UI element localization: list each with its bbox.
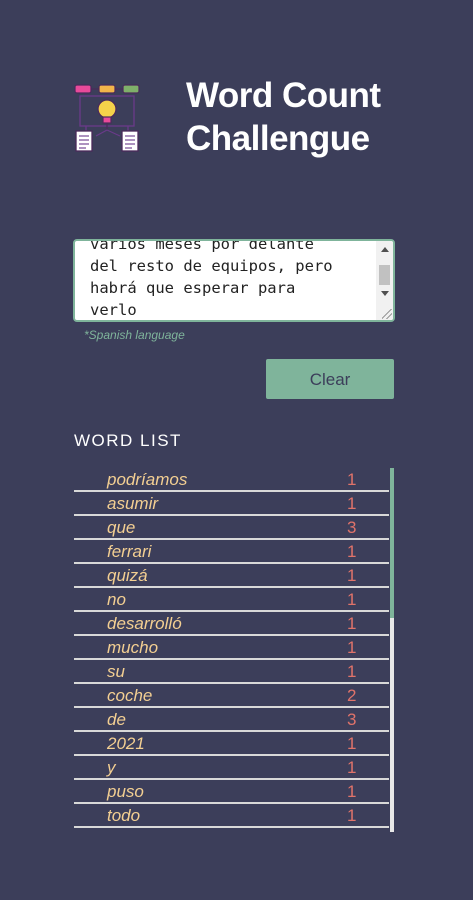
list-item: desarrolló 1 <box>74 612 389 636</box>
word-list-scroll-thumb[interactable] <box>390 468 394 618</box>
list-item: que 3 <box>74 516 389 540</box>
list-item: su 1 <box>74 660 389 684</box>
word-count: 1 <box>347 758 357 777</box>
word-count: 1 <box>347 806 357 825</box>
word-text: y <box>107 758 116 777</box>
page: Word Count Challengue varios meses por d… <box>0 0 473 900</box>
word-count: 1 <box>347 566 357 585</box>
list-item: todo 1 <box>74 804 389 828</box>
word-text: de <box>107 710 126 729</box>
word-text: puso <box>107 782 144 801</box>
word-count: 1 <box>347 470 357 489</box>
word-text: podríamos <box>107 470 188 489</box>
list-item: y1 <box>74 756 389 780</box>
word-text: asumir <box>107 494 159 513</box>
scroll-up-arrow-icon[interactable] <box>381 247 389 252</box>
word-text: todo <box>107 806 141 825</box>
idea-lightbulb-documents-icon <box>74 84 140 152</box>
clear-button[interactable]: Clear <box>266 359 394 399</box>
word-count: 3 <box>347 710 357 729</box>
word-text: ferrari <box>107 542 152 561</box>
word-count: 1 <box>347 734 357 753</box>
text-input[interactable]: varios meses por delante del resto de eq… <box>73 239 395 322</box>
word-count: 1 <box>347 614 357 633</box>
word-list-scrollbar[interactable] <box>390 468 394 832</box>
word-text: 2021 <box>107 734 145 753</box>
word-text: quizá <box>107 566 148 585</box>
list-item: ferrari 1 <box>74 540 389 564</box>
word-list-rows: podríamos 1 asumir 1 que 3 ferrari 1 quizá 1 no 1 de… <box>74 468 389 828</box>
text-input-scroll-thumb[interactable] <box>379 265 390 285</box>
page-title: Word Count Challengue <box>186 74 446 160</box>
list-item: mucho 1 <box>74 636 389 660</box>
resize-handle-icon[interactable] <box>382 309 392 319</box>
word-text: que <box>107 518 136 537</box>
word-list[interactable]: podríamos 1 asumir 1 que 3 ferrari 1 quizá 1 no 1 de… <box>74 468 394 832</box>
word-count: 1 <box>347 542 357 561</box>
word-text: no <box>107 590 126 609</box>
list-item: coche 2 <box>74 684 389 708</box>
word-count: 3 <box>347 518 357 537</box>
word-count: 1 <box>347 494 357 513</box>
word-count: 1 <box>347 638 357 657</box>
page-title-line1: Word Count <box>186 76 381 115</box>
list-item: de 3 <box>74 708 389 732</box>
word-count: 2 <box>347 686 357 705</box>
list-item: quizá 1 <box>74 564 389 588</box>
text-input-content[interactable]: varios meses por delante del resto de eq… <box>90 241 370 320</box>
page-title-line2: Challengue <box>186 119 370 158</box>
list-item: asumir 1 <box>74 492 389 516</box>
list-item: no 1 <box>74 588 389 612</box>
language-note: *Spanish language <box>84 328 185 342</box>
word-text: desarrolló <box>107 614 182 633</box>
list-item: podríamos 1 <box>74 468 389 492</box>
list-item: 2021 1 <box>74 732 389 756</box>
list-item: puso 1 <box>74 780 389 804</box>
word-text: su <box>107 662 125 681</box>
word-count: 1 <box>347 590 357 609</box>
word-text: coche <box>107 686 153 705</box>
word-count: 1 <box>347 662 357 681</box>
scroll-down-arrow-icon[interactable] <box>381 291 389 296</box>
word-list-heading: WORD LIST <box>74 431 182 450</box>
word-count: 1 <box>347 782 357 801</box>
word-text: mucho <box>107 638 159 657</box>
